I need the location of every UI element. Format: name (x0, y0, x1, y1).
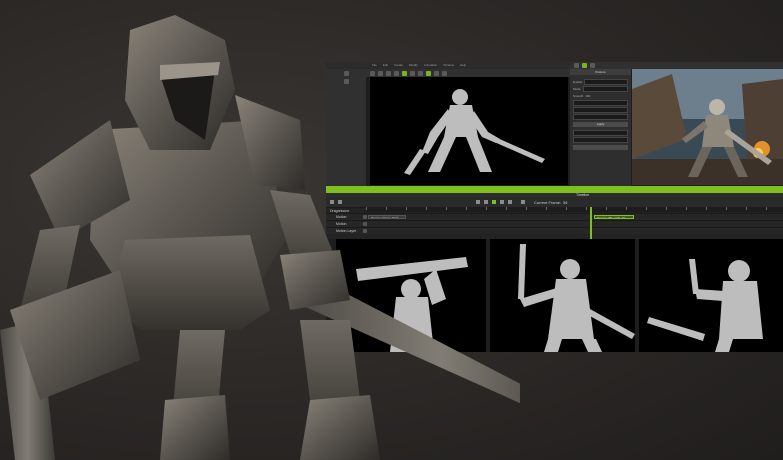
secondary-toolbar (570, 62, 783, 69)
apply-button[interactable]: Apply (573, 122, 628, 127)
option-field-1[interactable] (573, 129, 628, 136)
rendered-knight-scene (632, 69, 783, 185)
loop-icon[interactable] (521, 200, 525, 204)
current-frame-field[interactable]: 36 (563, 200, 567, 205)
material-icon[interactable] (590, 63, 595, 68)
slider-field-2[interactable] (573, 106, 628, 113)
current-frame-label: Current Frame: (534, 200, 562, 205)
properties-header: Posture (570, 69, 631, 75)
playhead-marker[interactable] (590, 207, 592, 239)
knight-character-art (0, 15, 520, 460)
pose-thumbnail-3[interactable] (639, 239, 783, 352)
smooth-value[interactable]: 100 (585, 94, 590, 98)
secondary-button[interactable] (573, 145, 628, 150)
enable-label: Enable (573, 79, 583, 84)
view-icon[interactable] (574, 63, 579, 68)
mode-label: Mode (573, 86, 581, 91)
enable-field[interactable] (584, 78, 628, 85)
properties-panel: Posture Enable Mode Smooth 100 Apply (570, 69, 631, 193)
option-field-2[interactable] (573, 136, 628, 143)
slider-field-1[interactable] (573, 99, 628, 106)
rendered-scene-viewport[interactable] (632, 69, 783, 185)
slider-field-3[interactable] (573, 113, 628, 120)
mode-field[interactable] (582, 85, 628, 92)
clip-2[interactable]: Dragon_BK_walk_01 (594, 215, 634, 219)
smooth-label: Smooth (573, 93, 584, 98)
render-icon[interactable] (582, 63, 587, 68)
